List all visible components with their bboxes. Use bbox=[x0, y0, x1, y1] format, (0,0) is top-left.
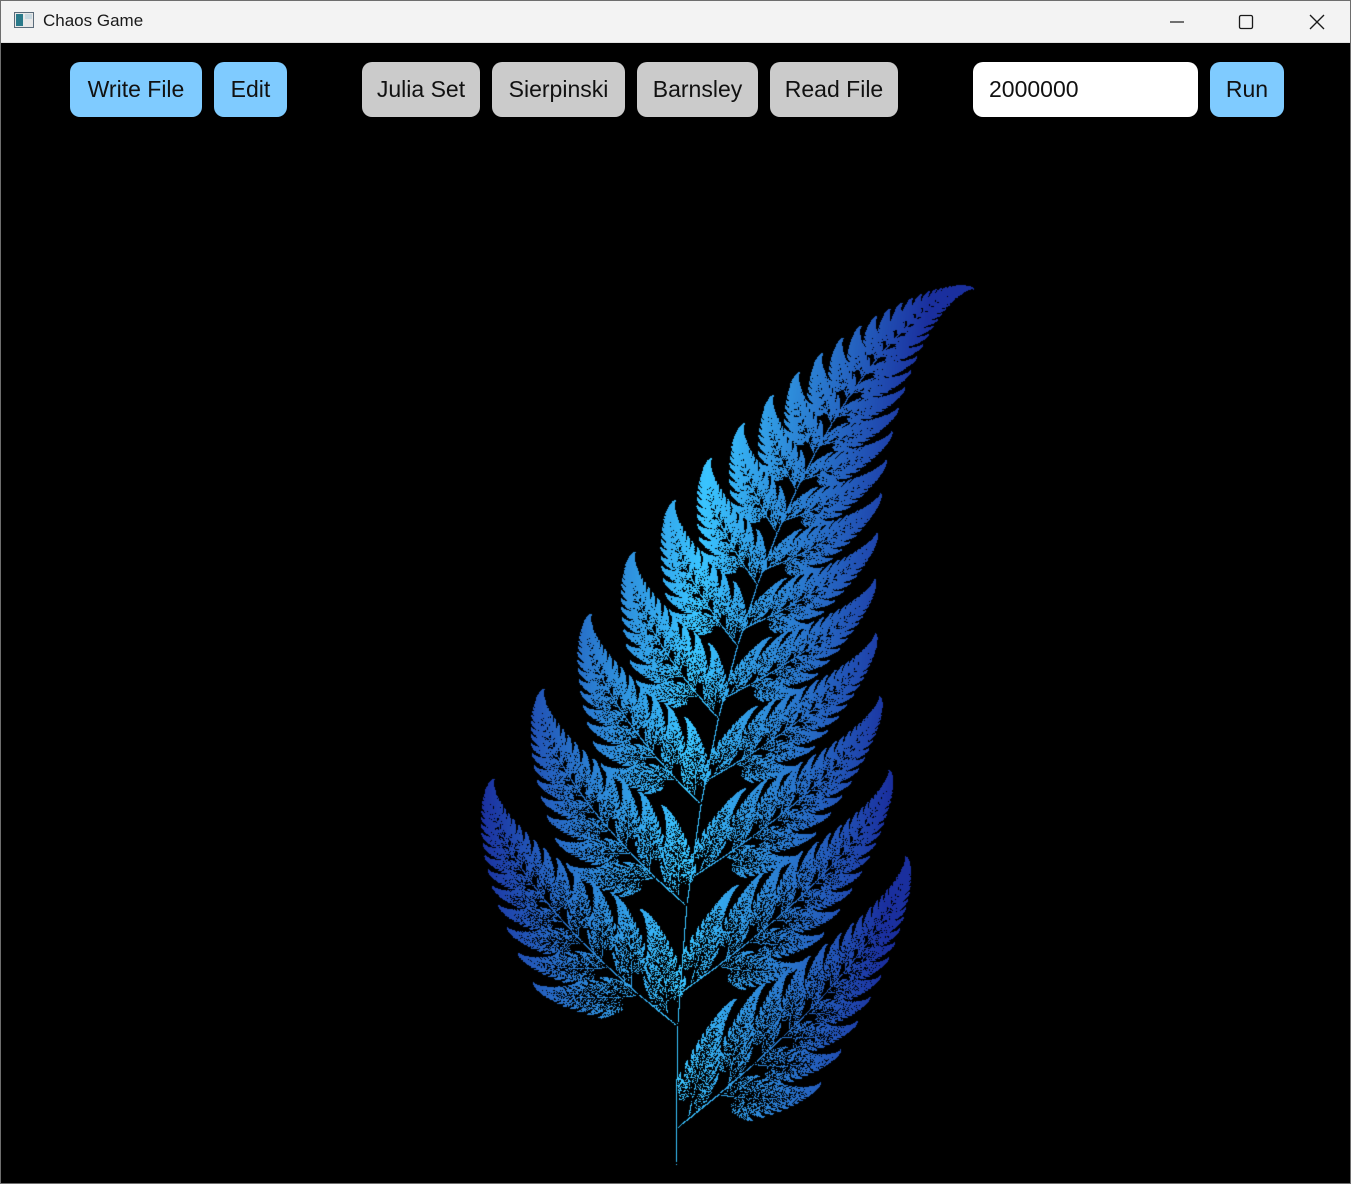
app-icon bbox=[14, 12, 34, 28]
write-file-button[interactable]: Write File bbox=[70, 62, 202, 117]
edit-button[interactable]: Edit bbox=[214, 62, 287, 117]
close-icon bbox=[1309, 14, 1325, 30]
run-button[interactable]: Run bbox=[1210, 62, 1284, 117]
iterations-input[interactable] bbox=[973, 62, 1198, 117]
read-file-button[interactable]: Read File bbox=[770, 62, 898, 117]
barnsley-button[interactable]: Barnsley bbox=[637, 62, 758, 117]
app-window: Chaos Game Write File Edit Julia Set Sie… bbox=[0, 0, 1351, 1184]
window-title: Chaos Game bbox=[43, 11, 143, 31]
sierpinski-button[interactable]: Sierpinski bbox=[492, 62, 625, 117]
close-button[interactable] bbox=[1284, 1, 1350, 43]
maximize-button[interactable] bbox=[1213, 1, 1279, 43]
minimize-icon bbox=[1169, 14, 1185, 30]
julia-set-button[interactable]: Julia Set bbox=[362, 62, 480, 117]
fractal-canvas[interactable] bbox=[1, 127, 1350, 1183]
maximize-icon bbox=[1238, 14, 1254, 30]
minimize-button[interactable] bbox=[1144, 1, 1210, 43]
title-bar[interactable]: Chaos Game bbox=[1, 1, 1350, 43]
